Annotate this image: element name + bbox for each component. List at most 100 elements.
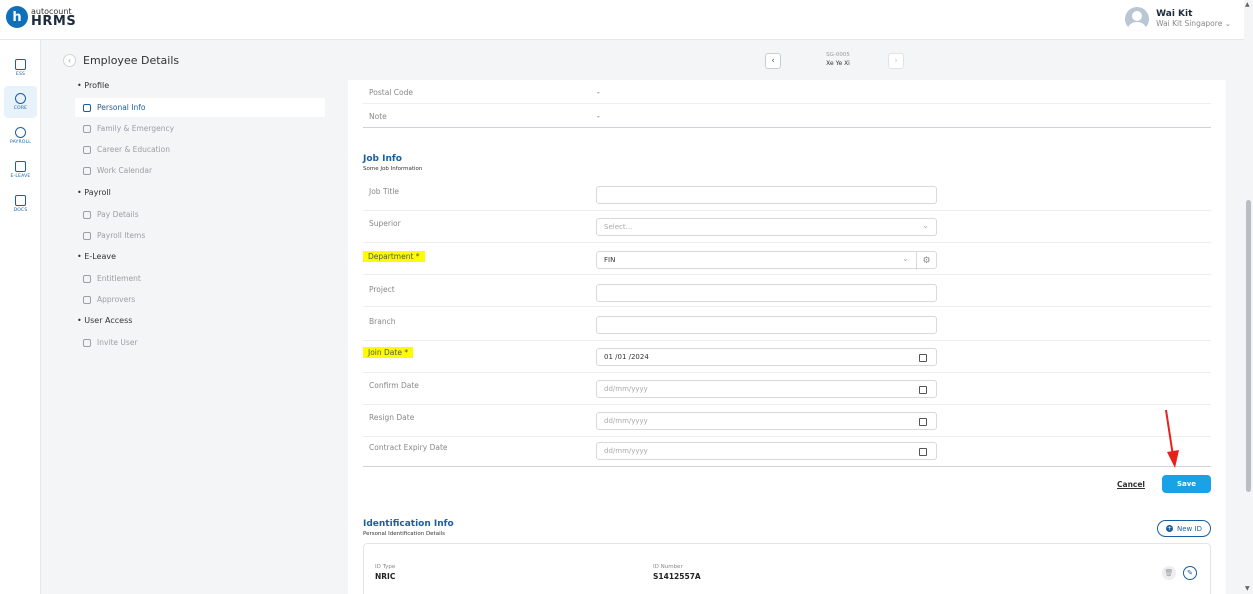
chevron-right-icon: › xyxy=(894,56,898,66)
nav-item-work-calendar[interactable]: Work Calendar xyxy=(75,161,325,180)
module-rail: ESS CORE PAYROLL E-LEAVE DOCS xyxy=(0,40,41,594)
employee-form-card: Postal Code - Note - Job Info Some Job I… xyxy=(348,80,1226,594)
nav-group-eleave: • E-Leave xyxy=(77,252,117,261)
calendar-icon xyxy=(83,166,91,175)
chevron-down-icon: ⌄ xyxy=(902,254,909,263)
calendar-icon xyxy=(15,161,26,172)
page-scrollbar[interactable]: ▲ ▼ xyxy=(1244,0,1253,594)
plus-icon: + xyxy=(1166,525,1174,532)
calendar-icon[interactable] xyxy=(919,448,927,456)
core-icon xyxy=(15,93,26,104)
superior-row: Superior Select... ⌄ xyxy=(363,211,1211,243)
calendar-icon[interactable] xyxy=(919,354,927,362)
department-select[interactable]: FIN ⌄ ⚙ xyxy=(596,251,937,270)
department-row: Department * FIN ⌄ ⚙ xyxy=(363,243,1211,275)
chevron-left-icon: ‹ xyxy=(67,56,72,65)
pencil-icon: ✎ xyxy=(1187,569,1193,577)
page-title: Employee Details xyxy=(83,54,180,67)
calendar-icon[interactable] xyxy=(919,386,927,394)
rail-item-core[interactable]: CORE xyxy=(4,86,37,118)
project-label: Project xyxy=(369,285,395,294)
confirm-date-input[interactable]: dd/mm/yyyy xyxy=(596,380,937,398)
nav-item-approvers[interactable]: Approvers xyxy=(75,290,325,309)
chevron-left-icon: ‹ xyxy=(771,56,775,66)
project-row: Project xyxy=(363,275,1211,307)
resign-date-label: Resign Date xyxy=(369,413,415,422)
confirm-date-row: Confirm Date dd/mm/yyyy xyxy=(363,373,1211,405)
user-org: Wai Kit Singapore ⌄ xyxy=(1156,19,1231,28)
join-date-input[interactable]: 01 /01 /2024 xyxy=(596,348,937,366)
new-id-button[interactable]: + New ID xyxy=(1157,520,1211,537)
nav-item-personal-info[interactable]: Personal Info xyxy=(75,98,325,117)
branch-input[interactable] xyxy=(596,316,937,334)
user-plus-icon xyxy=(83,338,91,347)
job-info-title: Job Info xyxy=(363,154,402,164)
annotation-arrow-icon xyxy=(1165,409,1179,468)
job-info-subtitle: Some Job Information xyxy=(363,166,423,172)
back-button[interactable]: ‹ xyxy=(63,54,76,67)
resign-date-row: Resign Date dd/mm/yyyy xyxy=(363,405,1211,437)
rail-item-docs[interactable]: DOCS xyxy=(4,188,37,220)
rail-item-payroll[interactable]: PAYROLL xyxy=(4,120,37,152)
identification-subtitle: Personal Identification Details xyxy=(363,531,446,537)
cancel-button[interactable]: Cancel xyxy=(1117,480,1145,489)
scroll-down-icon[interactable]: ▼ xyxy=(1245,585,1250,592)
scrollbar-thumb[interactable] xyxy=(1246,200,1251,492)
nav-item-payroll-items[interactable]: Payroll Items xyxy=(75,226,325,245)
superior-select[interactable]: Select... ⌄ xyxy=(596,218,937,236)
nav-group-payroll: • Payroll xyxy=(77,188,111,197)
note-value: - xyxy=(597,112,600,121)
nav-item-career-education[interactable]: Career & Education xyxy=(75,140,325,159)
calendar-icon xyxy=(83,274,91,283)
employee-code: SG-0005 xyxy=(826,52,850,58)
list-icon xyxy=(83,231,91,240)
postal-code-label: Postal Code xyxy=(369,88,413,97)
app-logo[interactable]: h autocount HRMS xyxy=(6,6,76,28)
resign-date-input[interactable]: dd/mm/yyyy xyxy=(596,412,937,430)
nav-item-entitlement[interactable]: Entitlement xyxy=(75,269,325,288)
chevron-down-icon: ⌄ xyxy=(1224,19,1231,28)
project-input[interactable] xyxy=(596,284,937,302)
job-title-input[interactable] xyxy=(596,186,937,204)
user-menu[interactable]: Wai Kit Wai Kit Singapore ⌄ xyxy=(1125,7,1231,31)
previous-employee-button[interactable]: ‹ xyxy=(765,53,781,69)
note-row: Note - xyxy=(363,104,1211,128)
nav-item-pay-details[interactable]: Pay Details xyxy=(75,205,325,224)
id-number-value: S1412557A xyxy=(653,572,701,581)
job-title-row: Job Title xyxy=(363,179,1211,211)
rail-item-eleave[interactable]: E-LEAVE xyxy=(4,154,37,186)
nav-item-family-emergency[interactable]: Family & Emergency xyxy=(75,119,325,138)
contract-expiry-input[interactable]: dd/mm/yyyy xyxy=(596,442,937,460)
job-title-label: Job Title xyxy=(369,187,400,196)
rail-item-ess[interactable]: ESS xyxy=(4,52,37,84)
edit-id-button[interactable]: ✎ xyxy=(1183,566,1197,580)
avatar[interactable] xyxy=(1125,7,1150,31)
calendar-icon[interactable] xyxy=(919,418,927,426)
employee-nav: ‹ Employee Details • Profile Personal In… xyxy=(41,40,341,594)
branch-label: Branch xyxy=(369,317,396,326)
id-number-label: ID Number xyxy=(653,564,683,570)
bank-icon xyxy=(83,210,91,219)
users-icon xyxy=(83,295,91,304)
postal-code-row: Postal Code - xyxy=(363,80,1211,104)
nav-group-profile: • Profile xyxy=(77,81,110,90)
department-settings-button[interactable]: ⚙ xyxy=(916,252,936,270)
dollar-icon xyxy=(15,127,26,138)
chevron-down-icon: ⌄ xyxy=(922,221,929,230)
save-button[interactable]: Save xyxy=(1162,475,1211,493)
contract-expiry-label: Contract Expiry Date xyxy=(369,443,448,452)
id-type-label: ID Type xyxy=(375,564,396,570)
contract-expiry-row: Contract Expiry Date dd/mm/yyyy xyxy=(363,437,1211,467)
delete-id-button[interactable]: 🗑 xyxy=(1162,566,1176,580)
gear-icon: ⚙ xyxy=(922,256,931,266)
employee-name: Xe Ye Xi xyxy=(826,60,850,67)
nav-item-invite-user[interactable]: Invite User xyxy=(75,333,325,352)
branch-row: Branch xyxy=(363,307,1211,341)
department-label: Department * xyxy=(363,251,425,262)
superior-label: Superior xyxy=(369,219,401,228)
scroll-up-icon[interactable]: ▲ xyxy=(1245,1,1250,8)
logo-bottom-text: HRMS xyxy=(31,14,77,29)
next-employee-button[interactable]: › xyxy=(888,53,904,69)
trash-icon: 🗑 xyxy=(1164,569,1174,577)
logo-mark-icon: h xyxy=(6,6,28,28)
